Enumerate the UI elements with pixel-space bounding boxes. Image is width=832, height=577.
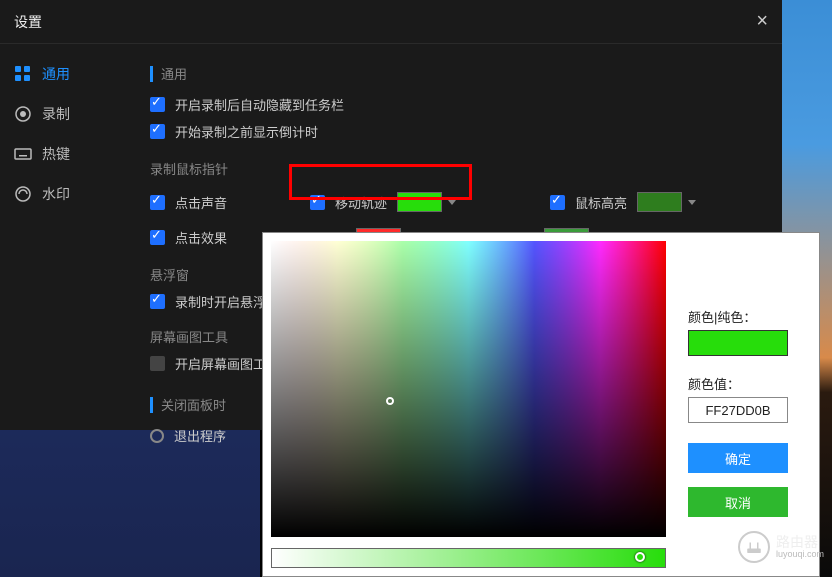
section-cursor-label: 录制鼠标指针	[150, 162, 228, 177]
alpha-gradient-bar[interactable]	[271, 548, 666, 568]
sidebar: 通用 录制 热键 水印	[0, 44, 130, 430]
chk-hide-to-taskbar[interactable]	[150, 97, 165, 112]
opt-label: 点击效果	[175, 228, 227, 247]
chk-click-sound[interactable]	[150, 195, 165, 210]
ok-button[interactable]: 确定	[688, 443, 788, 473]
sidebar-item-hotkey[interactable]: 热键	[0, 134, 130, 174]
opt-label: 退出程序	[174, 426, 226, 445]
hex-input[interactable]	[688, 397, 788, 423]
cancel-button[interactable]: 取消	[688, 487, 788, 517]
sidebar-item-label: 热键	[42, 144, 70, 164]
highlight-color-swatch[interactable]	[637, 192, 682, 212]
chk-click-effect[interactable]	[150, 230, 165, 245]
desktop-lower-band	[0, 427, 260, 577]
sidebar-item-record[interactable]: 录制	[0, 94, 130, 134]
chevron-down-icon[interactable]	[448, 200, 456, 205]
brand-name: 路由器	[776, 535, 824, 549]
gradient-handle[interactable]	[635, 552, 645, 562]
chk-trail[interactable]	[310, 195, 325, 210]
opt-label: 鼠标高亮	[575, 193, 627, 212]
chevron-down-icon[interactable]	[688, 200, 696, 205]
watermark-icon	[14, 185, 32, 203]
opt-label: 移动轨迹	[335, 193, 387, 212]
chk-float-window[interactable]	[150, 294, 165, 309]
current-color-swatch	[688, 330, 788, 356]
label-color-value: 颜色值：	[688, 374, 801, 393]
sv-indicator[interactable]	[386, 397, 394, 405]
sidebar-item-general[interactable]: 通用	[0, 54, 130, 94]
chk-show-countdown[interactable]	[150, 124, 165, 139]
brand-sub: luyouqi.com	[776, 549, 824, 559]
window-title: 设置	[14, 12, 42, 32]
record-icon	[14, 105, 32, 123]
sidebar-item-watermark[interactable]: 水印	[0, 174, 130, 214]
opt-label: 开始录制之前显示倒计时	[175, 122, 318, 141]
brand-watermark: 路由器 luyouqi.com	[738, 531, 824, 563]
sidebar-item-label: 录制	[42, 104, 70, 124]
radio-exit[interactable]	[150, 429, 164, 443]
sv-field[interactable]	[271, 241, 666, 537]
trail-color-swatch[interactable]	[397, 192, 442, 212]
grid-icon	[14, 65, 32, 83]
section-draw-label: 屏幕画图工具	[150, 330, 228, 345]
section-general: 通用	[150, 64, 762, 83]
keyboard-icon	[14, 145, 32, 163]
section-float-label: 悬浮窗	[150, 268, 189, 283]
color-picker-panel: 颜色|纯色： 颜色值： 确定 取消	[262, 232, 820, 577]
router-icon	[738, 531, 770, 563]
sidebar-item-label: 水印	[42, 184, 70, 204]
opt-label: 开启录制后自动隐藏到任务栏	[175, 95, 344, 114]
label-color-solid: 颜色|纯色：	[688, 307, 801, 326]
close-icon[interactable]: ×	[756, 10, 768, 33]
chk-highlight[interactable]	[550, 195, 565, 210]
sidebar-item-label: 通用	[42, 64, 70, 84]
chk-draw-tool[interactable]	[150, 356, 165, 371]
opt-label: 点击声音	[175, 193, 227, 212]
opt-label: 开启屏幕画图工	[175, 354, 266, 373]
titlebar: 设置 ×	[0, 0, 782, 44]
opt-label: 录制时开启悬浮	[175, 292, 266, 311]
